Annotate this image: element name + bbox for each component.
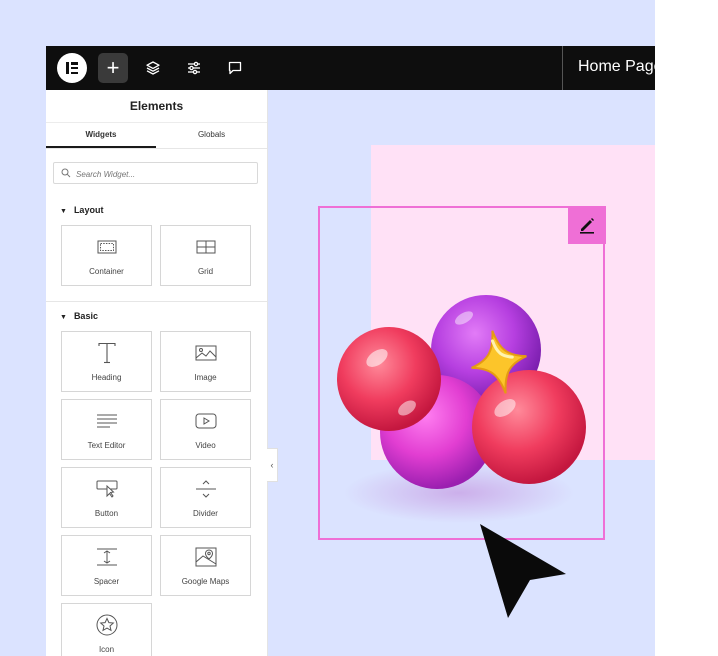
google-maps-icon (195, 547, 216, 567)
edit-element-button[interactable] (568, 206, 606, 244)
spacer-icon (96, 548, 117, 566)
add-element-button[interactable]: + (98, 53, 128, 83)
widget-button[interactable]: Button (61, 467, 152, 528)
elementor-logo-icon[interactable] (57, 53, 87, 83)
widget-label: Video (195, 441, 216, 450)
widget-label: Icon (98, 645, 115, 654)
divider-icon (195, 480, 216, 498)
collapse-panel-button[interactable]: ‹ (267, 448, 278, 482)
widget-label: Spacer (93, 577, 120, 586)
image-icon (195, 345, 216, 361)
widget-label: Image (194, 373, 217, 382)
icon-widget-icon (96, 614, 117, 636)
pencil-icon (580, 218, 594, 234)
widget-label: Divider (193, 509, 218, 518)
widget-image[interactable]: Image (160, 331, 251, 392)
search-icon (61, 168, 71, 178)
site-settings-button[interactable] (179, 53, 209, 83)
widget-google-maps[interactable]: Google Maps (160, 535, 251, 596)
panel-title: Elements (46, 90, 267, 123)
widget-icon[interactable]: Icon (61, 603, 152, 656)
notes-button[interactable] (220, 53, 250, 83)
widget-text-editor[interactable]: Text Editor (61, 399, 152, 460)
widget-label: Google Maps (181, 577, 230, 586)
video-icon (195, 413, 216, 429)
caret-down-icon: ▼ (60, 314, 67, 321)
tab-widgets[interactable]: Widgets (46, 123, 156, 148)
topbar-divider (562, 46, 563, 90)
plus-icon: + (106, 55, 120, 80)
mouse-cursor-icon (480, 524, 566, 618)
selected-element-outline[interactable] (318, 206, 605, 540)
section-divider (46, 301, 267, 302)
comment-icon (228, 61, 242, 75)
panel-tabs: Widgets Globals (46, 123, 267, 149)
search-box[interactable] (53, 162, 258, 185)
container-icon (97, 240, 116, 254)
widget-heading[interactable]: Heading (61, 331, 152, 392)
widget-label: Heading (91, 373, 122, 382)
widget-label: Grid (197, 267, 214, 276)
sliders-icon (188, 61, 200, 75)
widget-container[interactable]: Container (61, 225, 152, 286)
section-layout-header[interactable]: ▼ Layout (60, 205, 103, 215)
widget-label: Container (89, 267, 124, 276)
layers-icon (146, 61, 160, 75)
widget-divider[interactable]: Divider (160, 467, 251, 528)
widget-label: Text Editor (87, 441, 126, 450)
editor-window: + Home Page Elements Widgets Globals Sea… (46, 46, 655, 656)
grid-icon (196, 240, 215, 254)
button-icon (96, 480, 117, 498)
section-layout-title: Layout (73, 205, 104, 215)
widget-spacer[interactable]: Spacer (61, 535, 152, 596)
caret-down-icon: ▼ (60, 208, 67, 215)
text-editor-icon (96, 414, 117, 428)
structure-button[interactable] (138, 53, 168, 83)
elements-panel: Elements Widgets Globals ▼ Layout Contain… (46, 90, 268, 656)
top-bar: + Home Page (46, 46, 655, 90)
section-basic-title: Basic (73, 311, 98, 321)
widget-video[interactable]: Video (160, 399, 251, 460)
search-input[interactable] (74, 163, 258, 185)
widget-label: Button (94, 509, 119, 518)
page-title[interactable]: Home Page (578, 58, 655, 76)
section-basic-header[interactable]: ▼ Basic (60, 311, 98, 321)
widget-grid[interactable]: Grid (160, 225, 251, 286)
heading-icon (97, 342, 116, 364)
tab-globals[interactable]: Globals (156, 123, 267, 148)
